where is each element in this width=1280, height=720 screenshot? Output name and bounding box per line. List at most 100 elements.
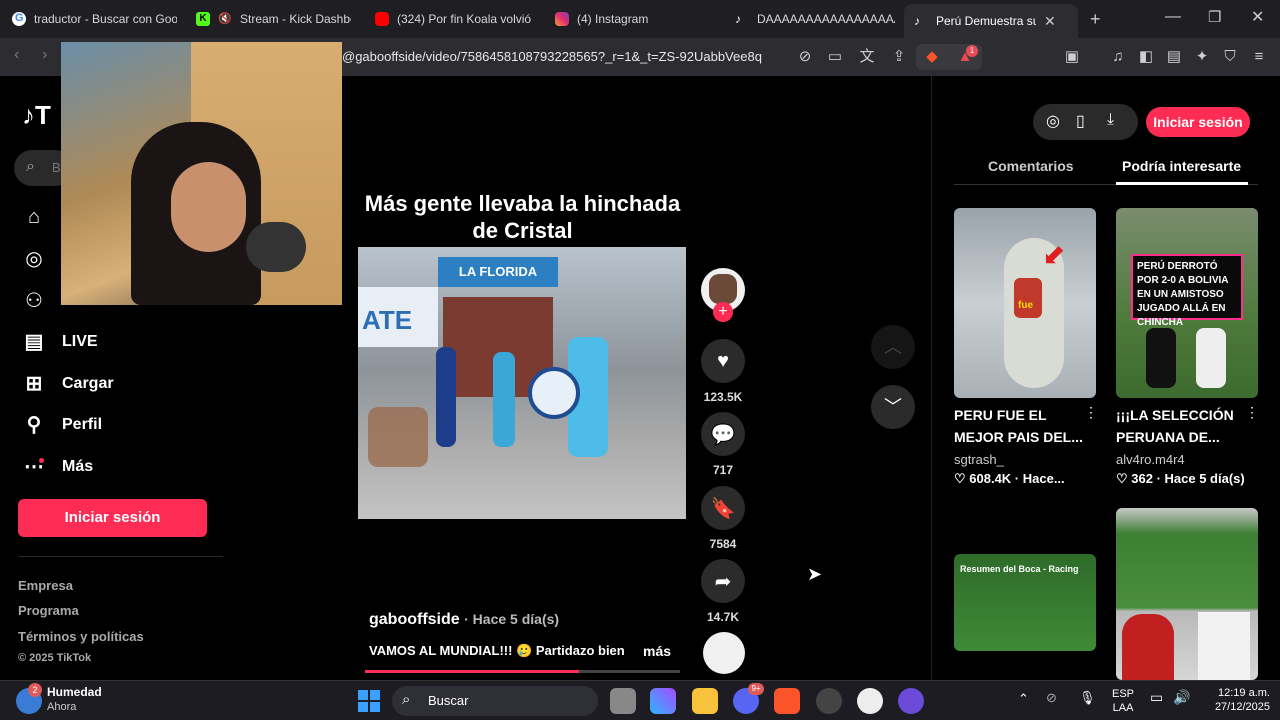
vpn-shield-icon[interactable]: ⛉ [1220, 47, 1240, 67]
nav-profile[interactable]: ⚲ Perfil [22, 413, 102, 437]
follow-plus-icon[interactable]: + [713, 302, 733, 322]
card-2-menu-icon[interactable]: ⋮ [1245, 404, 1259, 421]
close-tab-icon[interactable]: ✕ [1044, 13, 1056, 30]
bookmark-icon: 🔖 [710, 497, 736, 520]
music-icon[interactable]: ♫ [1108, 47, 1128, 67]
obs-icon[interactable] [816, 688, 842, 714]
card-2-title-2[interactable]: PERUANA DE... [1116, 426, 1220, 448]
tab-comments[interactable]: Comentarios [988, 158, 1074, 174]
microphone-icon[interactable]: 🎙 [1079, 690, 1096, 706]
new-tab-icon[interactable]: + [1090, 9, 1101, 30]
video-caption-title: Más gente llevaba la hinchada de Cristal [364, 191, 681, 243]
live-tv-icon: ▤ [24, 331, 44, 353]
tab-tiktok-active[interactable]: ♪ Perú Demuestra su ✕ [904, 4, 1078, 38]
tab-interest[interactable]: Podría interesarte [1122, 158, 1241, 174]
drum [528, 367, 580, 419]
save-button[interactable]: 🔖 [701, 486, 745, 530]
card-1-title-1[interactable]: PERU FUE EL [954, 404, 1047, 426]
minimize-icon[interactable]: — [1165, 8, 1181, 26]
right-login-button[interactable]: Iniciar sesión [1146, 107, 1250, 137]
taskbar-search[interactable]: ⌕ Buscar [392, 686, 598, 716]
footer-program[interactable]: Programa [18, 603, 79, 618]
file-explorer-icon[interactable] [610, 688, 636, 714]
tab-kick[interactable]: K 🔇 Stream - Kick Dashboa [196, 6, 351, 32]
nav-more[interactable]: ⋯ Más [22, 455, 93, 479]
language-indicator[interactable]: ESP LAA [1112, 687, 1134, 715]
tab-label: traductor - Buscar con Goo [34, 12, 177, 26]
brave-icon[interactable] [774, 688, 800, 714]
weather-title[interactable]: Humedad [47, 685, 102, 699]
sidebar-icon[interactable]: ◧ [1136, 47, 1156, 67]
url-field[interactable]: @gabooffside/video/7586458108793228565?_… [342, 49, 762, 64]
network-off-icon[interactable]: ⊘ [1046, 690, 1057, 706]
nav-upload[interactable]: ⊞ Cargar [22, 372, 114, 396]
cast-icon[interactable]: ▭ [825, 47, 845, 67]
video-player[interactable]: ATE LA FLORIDA [358, 247, 686, 519]
card-1-title-2[interactable]: MEJOR PAIS DEL... [954, 426, 1083, 448]
comment-button[interactable]: 💬 [701, 412, 745, 456]
leo-ai-icon[interactable]: ✦ [1192, 47, 1212, 67]
player [1196, 328, 1226, 388]
card-2-title-1[interactable]: ¡¡¡LA SELECCIÓN [1116, 404, 1234, 426]
previous-video-button[interactable]: ︿ [871, 325, 915, 369]
nav-following[interactable]: ⚇ [22, 289, 46, 313]
youtube-icon [375, 12, 389, 26]
stadium-sign: LA FLORIDA [438, 257, 558, 287]
share-icon[interactable]: ⇪ [889, 47, 909, 67]
music-disc[interactable] [703, 632, 745, 674]
more-link[interactable]: más [643, 643, 671, 659]
windows-start-icon[interactable] [358, 690, 380, 712]
like-button[interactable]: ♥ [701, 339, 745, 383]
person-figure [1122, 614, 1174, 680]
video-card-2[interactable]: PERÚ DERROTÓ POR 2-0 A BOLIVIA EN UN AMI… [1116, 208, 1258, 398]
folder-icon[interactable] [692, 688, 718, 714]
media-player-icon[interactable] [898, 688, 924, 714]
steam-icon[interactable] [857, 688, 883, 714]
nav-live[interactable]: ▤ LIVE [22, 330, 98, 354]
author-name[interactable]: gabooffside · Hace 5 día(s) [369, 611, 559, 629]
card-1-menu-icon[interactable]: ⋮ [1084, 404, 1098, 421]
video-card-3[interactable]: Resumen del Boca - Racing [954, 554, 1096, 651]
tiktok-logo[interactable]: ♪T [22, 100, 51, 131]
weather-badge: 2 [28, 683, 42, 697]
footer-company[interactable]: Empresa [18, 578, 73, 593]
mobile-icon[interactable]: ▯ [1076, 111, 1085, 131]
forward-icon[interactable]: › [42, 46, 47, 64]
nav-label: LIVE [62, 333, 98, 350]
nav-home[interactable]: ⌂ [22, 205, 46, 229]
volume-icon[interactable]: 🔊 [1173, 689, 1190, 706]
menu-icon[interactable]: ≡ [1249, 47, 1269, 67]
brave-lion-icon[interactable]: ◆ [922, 47, 942, 67]
tab-instagram[interactable]: (4) Instagram [555, 6, 715, 32]
compass-icon[interactable]: ◎ [1046, 111, 1060, 131]
copilot-icon[interactable] [650, 688, 676, 714]
video-card-4[interactable] [1116, 508, 1258, 680]
display-icon[interactable]: ▭ [1150, 689, 1163, 706]
card-2-author[interactable]: alv4ro.m4r4 [1116, 452, 1185, 467]
video-card-1[interactable]: fue ⬋ [954, 208, 1096, 398]
tab-tiktok-1[interactable]: ♪ DAAAAAAAAAAAAAAAAA [735, 6, 895, 32]
nav-explore[interactable]: ◎ [22, 247, 46, 271]
tab-google[interactable]: G traductor - Buscar con Goo [12, 6, 177, 32]
progress-track[interactable] [365, 670, 680, 673]
tab-youtube[interactable]: (324) Por fin Koala volvió a [375, 6, 535, 32]
chevron-up-icon: ︿ [884, 337, 902, 357]
eye-slash-icon[interactable]: ⊘ [795, 47, 815, 67]
back-icon[interactable]: ‹ [14, 46, 19, 64]
share-button[interactable]: ➦ [701, 559, 745, 603]
translate-icon[interactable]: 文 [857, 47, 877, 67]
login-button[interactable]: Iniciar sesión [18, 499, 207, 537]
card-1-author[interactable]: sgtrash_ [954, 452, 1004, 467]
wallet-icon[interactable]: ▤ [1164, 47, 1184, 67]
search-icon: ⌕ [26, 158, 35, 175]
heart-icon: ♥ [717, 349, 729, 372]
clock[interactable]: 12:19 a.m. 27/12/2025 [1200, 686, 1270, 714]
reader-icon[interactable]: ▣ [1062, 47, 1082, 67]
maximize-icon[interactable]: ❐ [1208, 8, 1221, 26]
footer-terms[interactable]: Términos y políticas [18, 629, 144, 644]
download-icon[interactable]: ⤓ [1107, 111, 1114, 129]
chevron-up-icon[interactable]: ⌃ [1018, 691, 1029, 707]
close-window-icon[interactable]: ✕ [1251, 7, 1264, 27]
next-video-button[interactable]: ﹀ [871, 385, 915, 429]
card-overlay-text: Resumen del Boca - Racing [960, 564, 1079, 574]
